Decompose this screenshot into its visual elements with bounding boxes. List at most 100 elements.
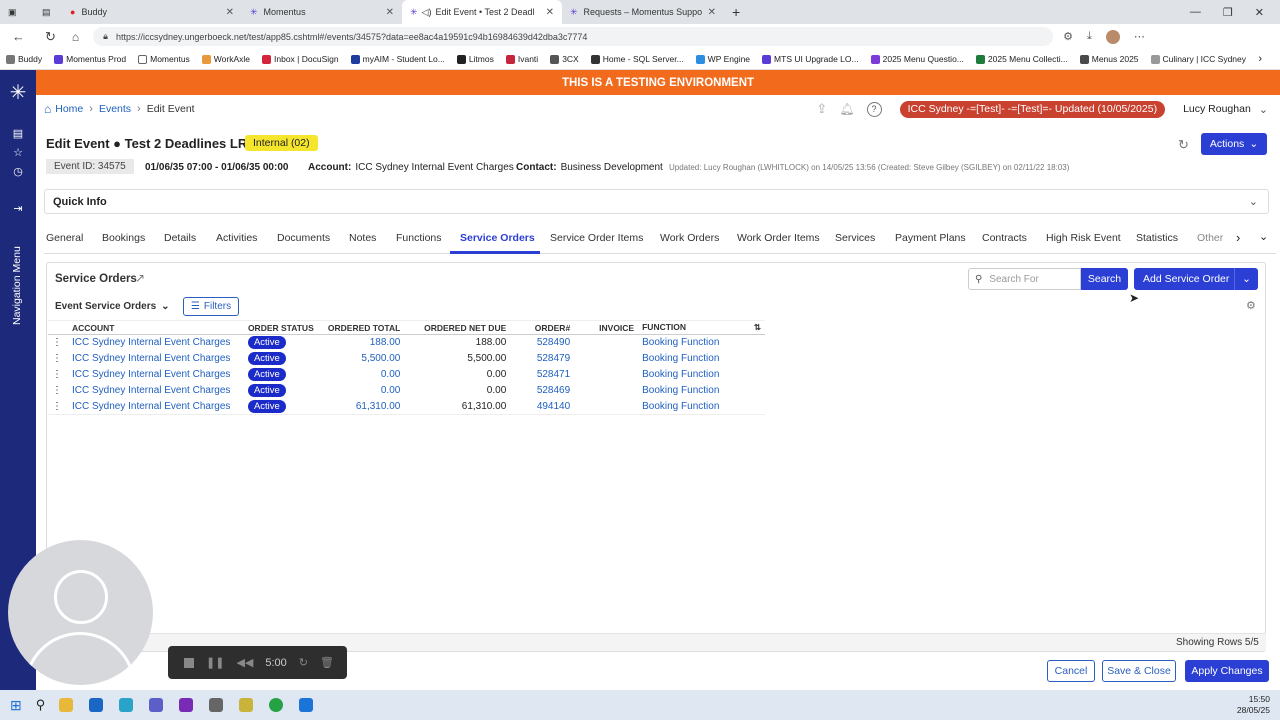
tab-notes[interactable]: Notes — [349, 232, 376, 244]
function-link[interactable]: Booking Function — [638, 367, 765, 383]
bell-icon[interactable]: 🔔︎ — [839, 102, 854, 116]
bookmark[interactable]: Inbox | DocuSign — [256, 54, 345, 64]
account-link[interactable]: ICC Sydney Internal Event Charges — [68, 367, 244, 383]
expand-menu-icon[interactable]: ⇥ — [0, 202, 36, 215]
row-menu-icon[interactable]: ⋮ — [48, 351, 68, 367]
ordered-total-link[interactable]: 188.00 — [324, 335, 404, 351]
app-icon[interactable] — [239, 698, 254, 712]
tab-general[interactable]: General — [46, 232, 83, 244]
apply-changes-button[interactable]: Apply Changes — [1185, 660, 1269, 682]
column-header-order-number[interactable]: ORDER# — [510, 320, 575, 335]
external-link-icon[interactable]: ↗ — [135, 271, 145, 285]
column-header-function[interactable]: FUNCTION ⇅ — [638, 320, 765, 335]
url-field[interactable]: 🔒︎ https://iccsydney.ungerboeck.net/test… — [93, 27, 1054, 46]
upload-icon[interactable]: ⇪ — [816, 101, 827, 117]
rewind-icon[interactable]: ◀◀ — [236, 656, 253, 669]
column-header-account[interactable]: ACCOUNT — [67, 320, 244, 335]
help-icon[interactable]: ? — [866, 101, 882, 117]
browser-tab-buddy[interactable]: ● Buddy ✕ — [62, 0, 242, 24]
tab-bookings[interactable]: Bookings — [102, 232, 145, 244]
account-link[interactable]: ICC Sydney Internal Event Charges — [68, 399, 244, 415]
refresh-icon[interactable]: ↻ — [1178, 137, 1189, 153]
tab-statistics[interactable]: Statistics — [1136, 232, 1178, 244]
ordered-total-link[interactable]: 5,500.00 — [324, 351, 404, 367]
column-header-invoice[interactable]: INVOICE — [574, 320, 639, 335]
bookmark[interactable]: Momentus Prod — [48, 54, 132, 64]
order-number-link[interactable]: 494140 — [510, 399, 574, 415]
environment-pill[interactable]: ICC Sydney -=[Test]- -=[Test]=- Updated … — [899, 100, 1166, 118]
bookmark[interactable]: Momentus — [132, 54, 196, 64]
outlook-icon[interactable] — [89, 698, 104, 712]
ordered-total-link[interactable]: 0.00 — [324, 383, 404, 399]
breadcrumb-events[interactable]: Events — [99, 103, 131, 115]
column-header-ordered-total[interactable]: ORDERED TOTAL — [323, 320, 405, 335]
close-tab-icon[interactable]: ✕ — [226, 7, 234, 18]
chevron-down-icon[interactable]: ⌄ — [1234, 268, 1258, 290]
profile-avatar[interactable] — [1105, 29, 1120, 44]
bookmark[interactable]: MTS UI Upgrade LO... — [756, 54, 865, 64]
bookmark[interactable]: Home - SQL Server... — [585, 54, 690, 64]
tab-other[interactable]: Other — [1197, 232, 1223, 244]
order-number-link[interactable]: 528479 — [510, 351, 574, 367]
refresh-icon[interactable]: ↻ — [45, 29, 56, 45]
bookmark[interactable]: WP Engine — [690, 54, 756, 64]
app-icon[interactable] — [209, 698, 224, 712]
minimize-icon[interactable]: — — [1190, 6, 1201, 19]
chevron-down-icon[interactable]: ⌄ — [1259, 103, 1268, 116]
whatsapp-icon[interactable] — [269, 698, 284, 712]
windows-start-icon[interactable]: ⊞ — [10, 697, 22, 714]
trash-icon[interactable]: 🗑︎ — [320, 656, 334, 669]
workspaces-icon[interactable]: ▣ — [0, 0, 34, 24]
cancel-button[interactable]: Cancel — [1047, 660, 1095, 682]
function-link[interactable]: Booking Function — [638, 383, 765, 399]
chevron-right-icon[interactable]: › — [1236, 230, 1240, 245]
bookmark[interactable]: 2025 Menu Collecti... — [970, 54, 1074, 64]
account-link[interactable]: ICC Sydney Internal Event Charges — [68, 351, 244, 367]
new-tab-button[interactable]: + — [724, 0, 754, 24]
actions-button[interactable]: Actions ⌄ — [1201, 133, 1267, 155]
tab-payment-plans[interactable]: Payment Plans — [895, 232, 966, 244]
star-icon[interactable]: ☆ — [0, 146, 36, 159]
system-clock[interactable]: 15:50 28/05/25 — [1237, 694, 1270, 716]
row-select-header[interactable] — [48, 320, 68, 335]
bookmark[interactable]: 3CX — [544, 54, 585, 64]
breadcrumb-home[interactable]: Home — [55, 103, 83, 115]
download-icon[interactable]: ⤓ — [1087, 30, 1092, 44]
back-icon[interactable]: ← — [12, 29, 25, 44]
row-menu-icon[interactable]: ⋮ — [48, 367, 68, 383]
browser-tab-requests[interactable]: ✳Requests – Momentus Support Co✕ — [562, 0, 724, 24]
function-link[interactable]: Booking Function — [638, 335, 765, 351]
function-link[interactable]: Booking Function — [638, 399, 765, 415]
extensions-icon[interactable]: ⚙ — [1063, 30, 1073, 44]
user-name[interactable]: Lucy Roughan — [1183, 103, 1251, 115]
search-icon[interactable]: ⚲ — [36, 697, 46, 713]
stop-icon[interactable] — [184, 657, 194, 668]
home-icon[interactable]: ⌂ — [72, 30, 79, 44]
teams-icon[interactable] — [149, 698, 164, 712]
order-number-link[interactable]: 528469 — [510, 383, 574, 399]
quick-info-panel[interactable]: Quick Info ⌄ — [44, 189, 1269, 214]
browser-tab-edit-event[interactable]: ✳◁)Edit Event • Test 2 Deadlines✕ — [402, 0, 562, 24]
browser-tab-momentus[interactable]: ✳ Momentus ✕ — [242, 0, 402, 24]
tab-high-risk-event[interactable]: High Risk Event — [1046, 232, 1121, 244]
bookmark[interactable]: myAIM - Student Lo... — [345, 54, 451, 64]
row-menu-icon[interactable]: ⋮ — [48, 399, 68, 415]
tab-details[interactable]: Details — [164, 232, 196, 244]
restart-icon[interactable]: ↻ — [299, 656, 308, 669]
bookmark[interactable]: WorkAxle — [196, 54, 256, 64]
file-explorer-icon[interactable] — [59, 698, 74, 712]
order-number-link[interactable]: 528490 — [510, 335, 574, 351]
close-tab-icon[interactable]: ✕ — [386, 7, 394, 18]
settings-gear-icon[interactable]: ⚙ — [1246, 299, 1256, 312]
row-menu-icon[interactable]: ⋮ — [48, 335, 68, 351]
onenote-icon[interactable] — [179, 698, 194, 712]
tab-work-order-items[interactable]: Work Order Items — [737, 232, 820, 244]
more-icon[interactable]: ⋯ — [1134, 30, 1145, 44]
search-button[interactable]: Search — [1081, 268, 1128, 290]
ordered-total-link[interactable]: 61,310.00 — [324, 399, 404, 415]
bookmark[interactable]: 2025 Menu Questio... — [865, 54, 970, 64]
navigation-menu-label[interactable]: Navigation Menu — [11, 246, 23, 325]
order-number-link[interactable]: 528471 — [510, 367, 574, 383]
tab-contracts[interactable]: Contracts — [982, 232, 1027, 244]
tab-service-order-items[interactable]: Service Order Items — [550, 232, 643, 244]
